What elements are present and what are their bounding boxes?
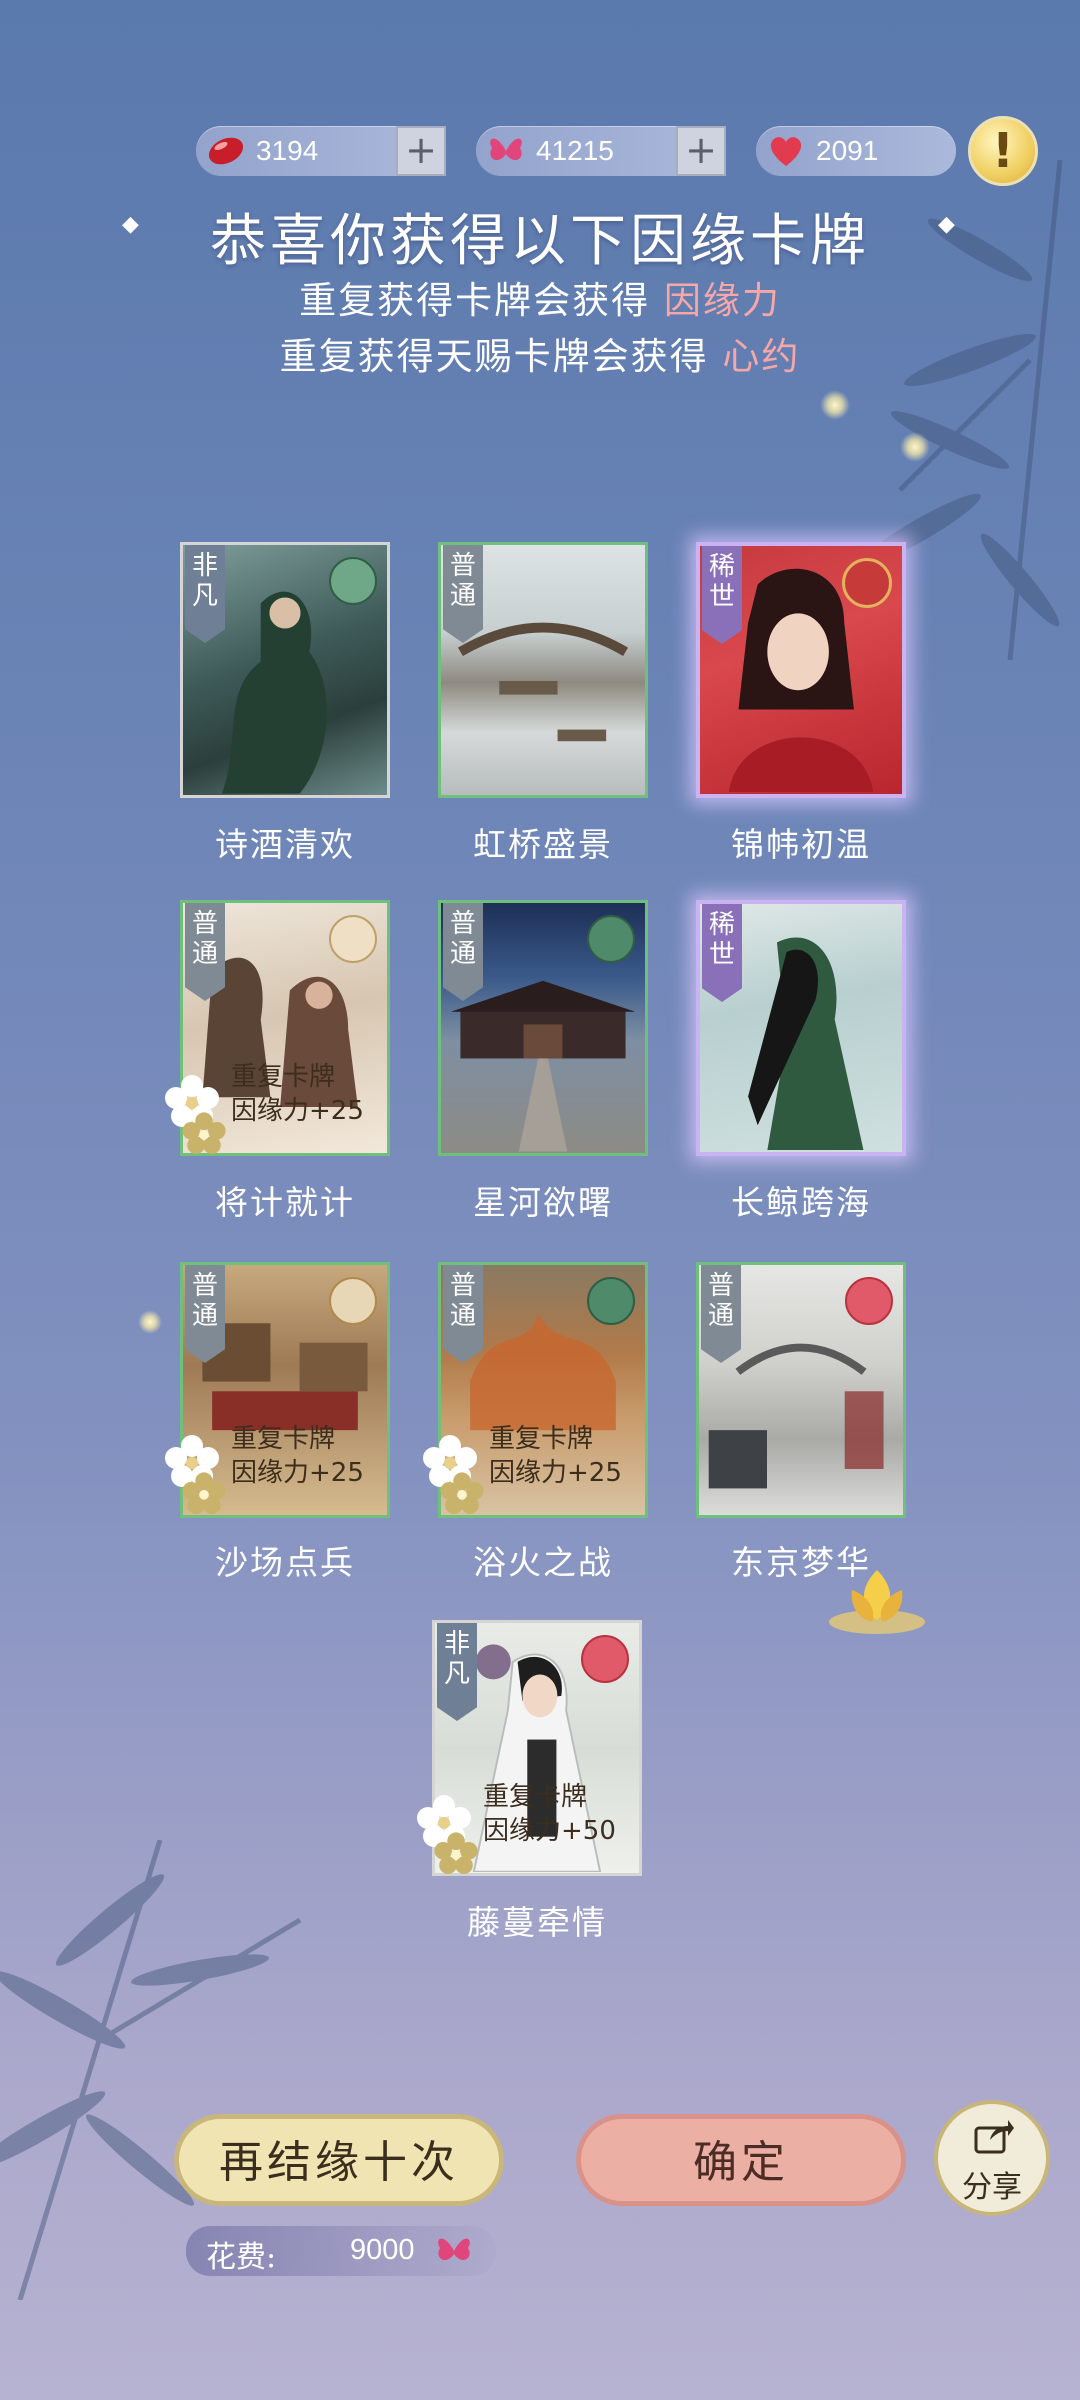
info-button[interactable]: ! <box>968 116 1038 186</box>
rarity-badge: 普通 <box>701 1265 741 1363</box>
card-name: 藤蔓牵情 <box>467 1903 607 1942</box>
draw-ten-again-button[interactable]: 再结缘十次 <box>174 2114 504 2206</box>
currency-red-bean: 3194 + <box>196 126 446 176</box>
duplicate-title: 重复卡牌 <box>489 1424 594 1454</box>
subtitle-line-1: 重复获得卡牌会获得 因缘力 <box>0 270 1080 324</box>
card-name: 长鲸跨海 <box>731 1183 871 1222</box>
card-name: 锦帏初温 <box>731 825 871 864</box>
rarity-badge: 非凡 <box>437 1623 477 1721</box>
faction-emblem-icon <box>842 558 892 608</box>
share-label: 分享 <box>962 2170 1022 2205</box>
faction-emblem-icon <box>587 1277 635 1325</box>
card-name: 星河欲曙 <box>473 1183 613 1222</box>
flower-icon <box>440 1472 484 1514</box>
add-butterfly-button[interactable]: + <box>676 126 726 176</box>
card-jinwei-chuwen[interactable]: 稀世 <box>696 542 906 798</box>
rarity-badge: 普通 <box>185 903 225 1001</box>
page-title: 恭喜你获得以下因缘卡牌 <box>210 209 870 274</box>
card-xinghe-yushu[interactable]: 普通 <box>438 900 648 1156</box>
heart-count: 2091 <box>816 135 879 166</box>
card-name: 将计就计 <box>215 1183 355 1222</box>
duplicate-reward: 因缘力+50 <box>483 1816 616 1846</box>
rarity-badge: 普通 <box>443 545 483 643</box>
card-name: 沙场点兵 <box>215 1543 355 1582</box>
subtitle-line-2: 重复获得天赐卡牌会获得 心约 <box>0 326 1080 380</box>
add-red-bean-button[interactable]: + <box>396 126 446 176</box>
card-name: 浴火之战 <box>473 1543 613 1582</box>
duplicate-title: 重复卡牌 <box>231 1424 336 1454</box>
duplicate-title: 重复卡牌 <box>483 1782 588 1812</box>
rarity-badge: 普通 <box>443 903 483 1001</box>
rarity-badge: 稀世 <box>702 546 742 644</box>
subtitle-1-text: 重复获得卡牌会获得 <box>299 279 651 322</box>
faction-emblem-icon <box>329 915 377 963</box>
duplicate-title: 重复卡牌 <box>231 1062 336 1092</box>
faction-emblem-icon <box>329 1277 377 1325</box>
light-orb <box>138 1310 162 1334</box>
butterfly-icon <box>438 2238 470 2261</box>
flower-icon <box>182 1472 226 1514</box>
share-icon <box>974 2120 1014 2154</box>
card-name: 虹桥盛景 <box>473 825 613 864</box>
faction-emblem-icon <box>587 915 635 963</box>
card-hongqiao-shengjing[interactable]: 普通 <box>438 542 648 798</box>
duplicate-reward: 因缘力+25 <box>489 1458 622 1488</box>
card-changjing-kuahai[interactable]: 稀世 <box>696 900 906 1156</box>
rarity-badge: 非凡 <box>185 545 225 643</box>
light-orb <box>900 432 930 462</box>
light-orb <box>820 390 850 420</box>
rarity-badge: 普通 <box>443 1265 483 1363</box>
currency-butterfly: 41215 + <box>476 126 726 176</box>
confirm-button[interactable]: 确定 <box>576 2114 906 2206</box>
card-name: 诗酒清欢 <box>215 825 355 864</box>
card-shijiu-qinghuan[interactable]: 非凡 <box>180 542 390 798</box>
flower-icon <box>434 1832 478 1874</box>
cost-label: 花费: <box>206 2240 277 2275</box>
card-dongjing-menghua[interactable]: 普通 <box>696 1262 906 1518</box>
share-button[interactable]: 分享 <box>934 2100 1050 2216</box>
cost-display: 花费: 9000 <box>186 2226 496 2276</box>
butterfly-icon <box>490 138 522 161</box>
faction-emblem-icon <box>581 1635 629 1683</box>
subtitle-2-highlight: 心约 <box>722 335 801 378</box>
duplicate-reward: 因缘力+25 <box>231 1458 364 1488</box>
subtitle-1-highlight: 因缘力 <box>663 279 781 322</box>
currency-heart: 2091 <box>756 126 956 176</box>
flower-icon <box>182 1112 226 1154</box>
duplicate-reward: 因缘力+25 <box>231 1096 364 1126</box>
rarity-badge: 稀世 <box>702 904 742 1002</box>
cost-value: 9000 <box>350 2234 415 2266</box>
heart-icon <box>770 137 802 166</box>
butterfly-count: 41215 <box>536 135 614 166</box>
faction-emblem-icon <box>329 557 377 605</box>
faction-emblem-icon <box>845 1277 893 1325</box>
golden-lotus-lantern-icon <box>829 1570 925 1634</box>
subtitle-2-text: 重复获得天赐卡牌会获得 <box>279 335 709 378</box>
red-bean-count: 3194 <box>256 135 319 166</box>
red-bean-icon <box>208 137 244 165</box>
rarity-badge: 普通 <box>185 1265 225 1363</box>
